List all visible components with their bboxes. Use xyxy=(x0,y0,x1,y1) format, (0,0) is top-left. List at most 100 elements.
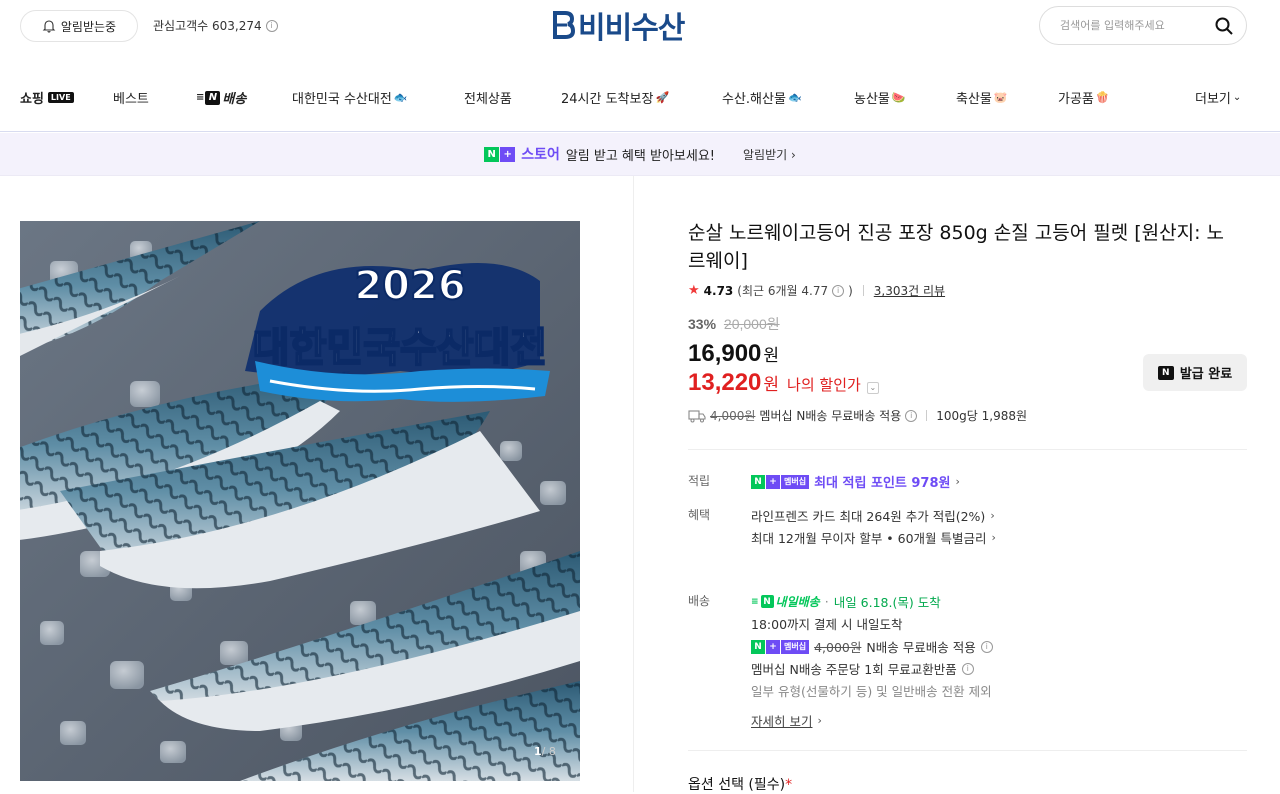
logo-text: 비비수산 xyxy=(578,11,685,46)
chevron-right-icon: › xyxy=(990,509,995,522)
fans-label: 관심고객수 603,274 xyxy=(153,19,262,33)
coupon-label: 발급 완료 xyxy=(1179,367,1233,382)
benefit-label: 혜택 xyxy=(688,508,711,522)
chevron-down-icon: ⌄ xyxy=(1232,92,1242,103)
nav-label: 대한민국 수산대전 xyxy=(292,92,392,107)
nav-label: 농산물 xyxy=(854,92,890,107)
nav-n-delivery[interactable]: ≡ N 배송 xyxy=(196,88,246,107)
nav-fisheries-fest[interactable]: 대한민국 수산대전 🐟 xyxy=(292,88,408,107)
store-alert-banner: N + 스토어 알림 받고 혜택 받아보세요! 알림받기 › xyxy=(0,133,1280,176)
max-points-text: 최대 적립 포인트 978원 xyxy=(814,476,951,491)
card-benefit-text: 라인프렌즈 카드 최대 264원 추가 적립(2%) xyxy=(751,509,986,524)
column-divider xyxy=(633,176,634,792)
overlay-title: 대한민국수산대전 xyxy=(253,325,547,371)
star-icon: ★ xyxy=(688,283,700,298)
review-count-link[interactable]: 3,303건 리뷰 xyxy=(874,282,945,299)
rating-row: ★ 4.73 (최근 6개월 4.77 i ) 3,303건 리뷰 xyxy=(688,282,945,299)
search-box[interactable] xyxy=(1039,6,1247,45)
fans-count: 관심고객수 603,274 i xyxy=(153,17,278,34)
shipping-original-fee: 4,000원 xyxy=(710,409,756,423)
nav-livestock[interactable]: 축산물 🐷 xyxy=(956,88,1008,107)
live-badge: LIVE xyxy=(47,92,74,103)
nav-more-label: 더보기 xyxy=(1195,92,1231,107)
product-title: 순살 노르웨이고등어 진공 포장 850g 손질 고등어 필렛 [원산지: 노르… xyxy=(688,222,1225,272)
subscribe-link-label: 알림받기 xyxy=(743,147,788,162)
pig-icon: 🐷 xyxy=(993,91,1008,104)
n-plus-logo-icon: N + xyxy=(484,146,516,162)
notification-label: 알림받는중 xyxy=(60,19,117,34)
info-icon[interactable]: i xyxy=(265,19,278,32)
mackerel-photo: 2026 대한민국수산대전 xyxy=(20,221,580,781)
my-price-row[interactable]: 13,220 원 나의 할인가 ⌄ xyxy=(688,369,879,397)
popcorn-icon: 🍿 xyxy=(1095,91,1110,104)
delivery-fee-text: N배송 무료배송 적용 xyxy=(866,640,976,655)
info-icon[interactable]: i xyxy=(832,284,845,297)
chevron-right-icon: › xyxy=(991,531,996,544)
my-price: 13,220 xyxy=(688,369,762,396)
shipping-text: 멤버십 N배송 무료배송 적용 xyxy=(759,409,902,423)
sale-price: 16,900 xyxy=(688,340,762,367)
delivery-arrival-row: ≡ N 내일배송 · 내일 6.18.(목) 도착 xyxy=(751,592,941,611)
watermelon-icon: 🍉 xyxy=(891,91,906,104)
nav-best[interactable]: 베스트 xyxy=(113,88,149,107)
details-link-label: 자세히 보기 xyxy=(751,714,813,729)
info-icon[interactable]: i xyxy=(961,662,974,675)
nav-all-products[interactable]: 전체상품 xyxy=(464,88,512,107)
overlay-year: 2026 xyxy=(354,263,465,309)
delivery-fee-row: N + 멤버십 4,000원 N배송 무료배송 적용 i xyxy=(751,637,993,656)
membership-badge-text: 멤버십 xyxy=(781,474,810,489)
divider xyxy=(862,285,864,296)
tomorrow-delivery-text: 내일배송 xyxy=(775,595,820,609)
nav-agriculture[interactable]: 농산물 🍉 xyxy=(854,88,906,107)
chevron-down-icon[interactable]: ⌄ xyxy=(866,381,879,394)
banner-message: 알림 받고 혜택 받아보세요! xyxy=(565,148,715,164)
store-word: 스토어 xyxy=(521,147,560,163)
chevron-right-icon: › xyxy=(955,475,960,488)
exchange-text: 멤버십 N배송 주문당 1회 무료교환반품 xyxy=(751,662,957,677)
nav-label: 배송 xyxy=(222,92,247,107)
discount-percent: 33% xyxy=(688,316,717,332)
nav-shopping-live[interactable]: 쇼핑 LIVE xyxy=(20,88,74,107)
nav-label: 축산물 xyxy=(956,92,992,107)
delivery-details-link[interactable]: 자세히 보기 › xyxy=(751,711,822,730)
nav-more[interactable]: 더보기 ⌄ xyxy=(1195,88,1241,107)
nav-label: 수산.해산물 xyxy=(722,92,786,107)
search-icon[interactable] xyxy=(1214,16,1234,36)
subscribe-link[interactable]: 알림받기 › xyxy=(743,146,796,163)
fish-icon: 🐟 xyxy=(393,91,408,104)
search-input[interactable] xyxy=(1060,19,1200,32)
top-header: 알림받는중 관심고객수 603,274 i 비비수산 xyxy=(0,0,1280,52)
shipping-row: 4,000원 멤버십 N배송 무료배송 적용 i 100g당 1,988원 xyxy=(688,407,1027,424)
nav-processed[interactable]: 가공품 🍿 xyxy=(1058,88,1110,107)
info-icon[interactable]: i xyxy=(980,640,993,653)
nav-label: 전체상품 xyxy=(464,92,512,107)
nav-label: 24시간 도착보장 xyxy=(561,92,654,107)
membership-badge-icon: N + 멤버십 xyxy=(751,639,810,654)
coupon-button[interactable]: N 발급 완료 xyxy=(1143,354,1247,391)
unit-price: 100g당 1,988원 xyxy=(936,409,1028,423)
product-image[interactable]: 2026 대한민국수산대전 xyxy=(20,221,580,781)
info-icon[interactable]: i xyxy=(905,409,918,422)
card-benefit-link[interactable]: 라인프렌즈 카드 최대 264원 추가 적립(2%) › xyxy=(751,506,995,525)
coupon-icon: N xyxy=(1157,365,1174,380)
store-logo[interactable]: 비비수산 xyxy=(551,7,685,46)
my-price-label: 나의 할인가 xyxy=(787,376,861,394)
installment-text: 최대 12개월 무이자 할부 • 60개월 특별금리 xyxy=(751,531,987,546)
image-counter-current: 1 xyxy=(534,745,542,758)
rating-recent: (최근 6개월 4.77 xyxy=(737,284,829,298)
delivery-label: 배송 xyxy=(688,594,711,608)
section-divider xyxy=(688,750,1247,751)
membership-badge-text: 멤버십 xyxy=(781,639,810,654)
nav-seafood[interactable]: 수산.해산물 🐟 xyxy=(722,88,802,107)
nav-label: 가공품 xyxy=(1058,92,1094,107)
nav-24h-guarantee[interactable]: 24시간 도착보장 🚀 xyxy=(561,88,669,107)
chevron-right-icon: › xyxy=(817,714,822,727)
fish-icon: 🐟 xyxy=(787,91,802,104)
installment-link[interactable]: 최대 12개월 무이자 할부 • 60개월 특별금리 › xyxy=(751,528,996,547)
notification-button[interactable]: 알림받는중 xyxy=(20,10,138,42)
points-row[interactable]: N + 멤버십 최대 적립 포인트 978원 › xyxy=(751,472,960,491)
arrival-date: 내일 6.18.(목) 도착 xyxy=(833,595,941,610)
fish-logo-icon xyxy=(553,11,575,39)
tomorrow-delivery-logo: ≡ N 내일배송 xyxy=(751,593,820,610)
image-counter-total: / 8 xyxy=(541,745,556,758)
